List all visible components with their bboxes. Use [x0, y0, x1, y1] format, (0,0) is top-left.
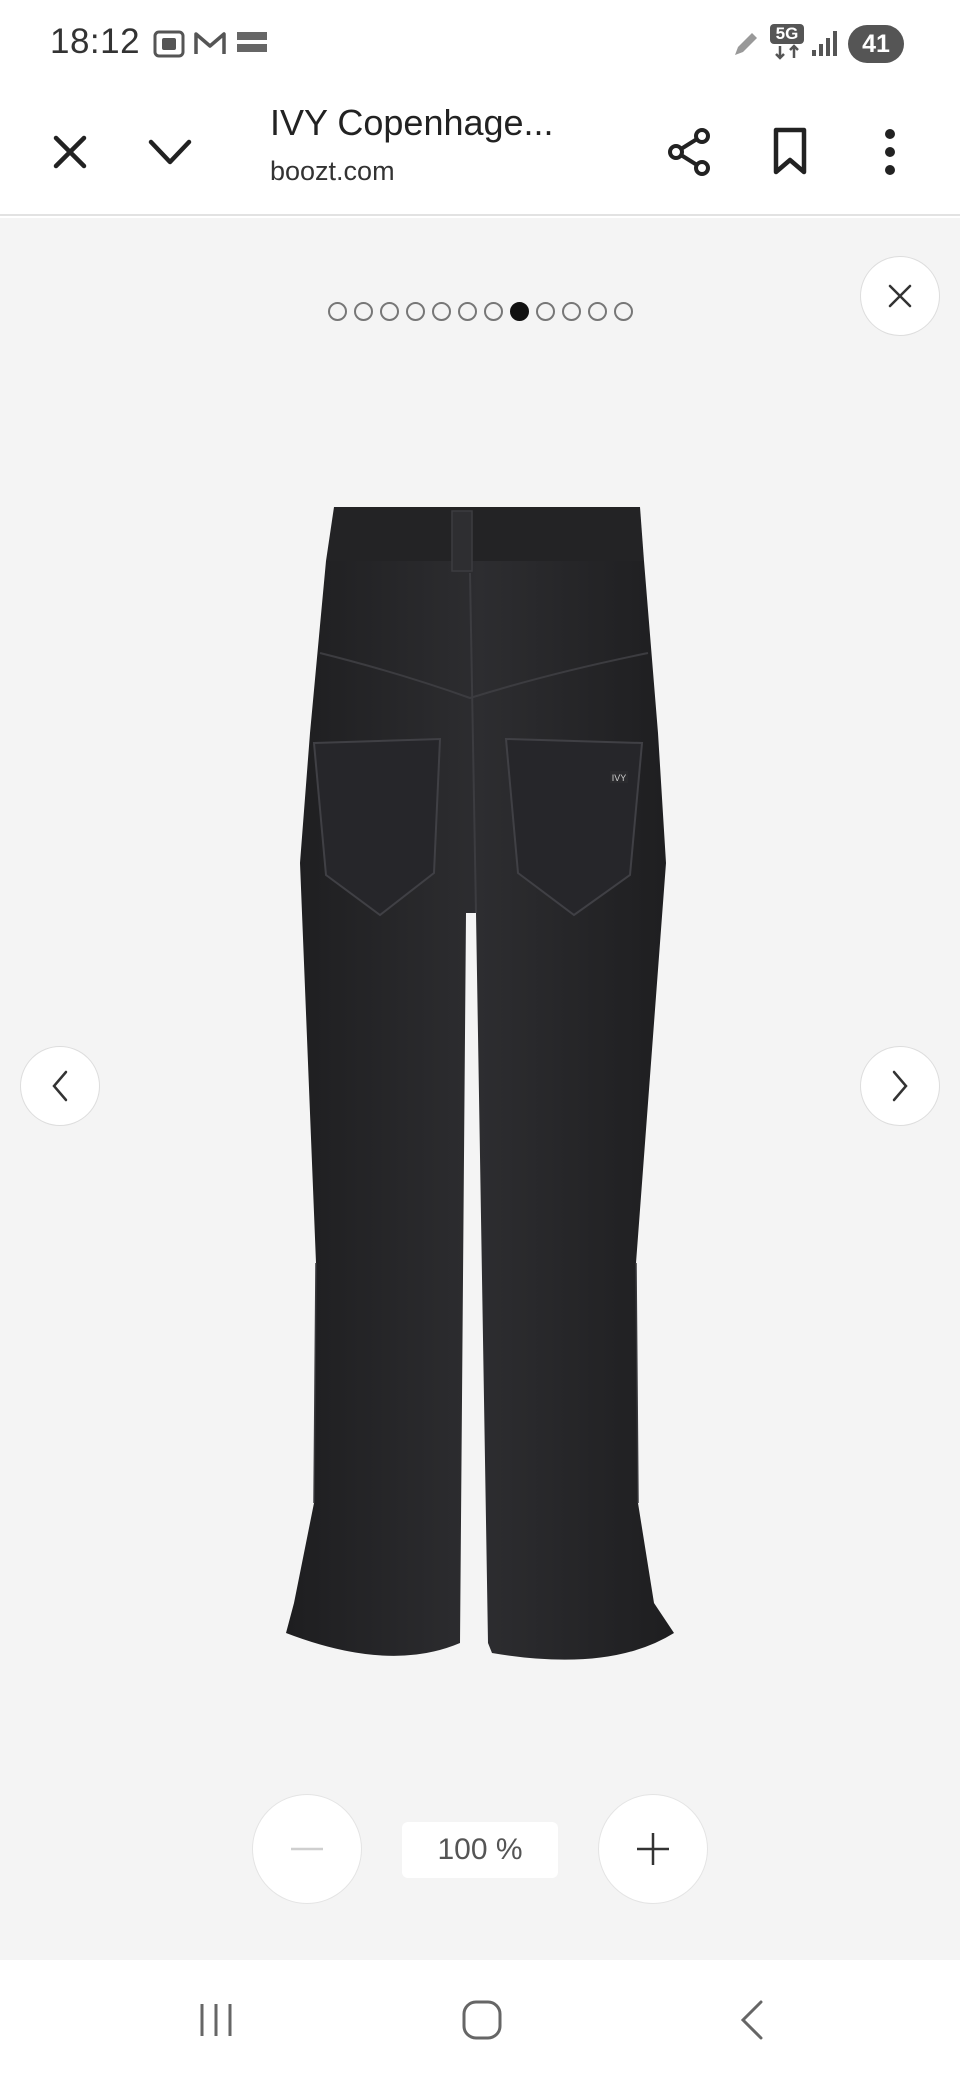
page-domain[interactable]: boozt.com — [270, 156, 395, 187]
close-icon — [888, 284, 912, 308]
pagination-dot[interactable] — [483, 302, 503, 321]
close-icon — [53, 135, 87, 169]
pen-icon — [735, 33, 757, 55]
back-button[interactable] — [702, 1980, 802, 2060]
network-label: 5G — [770, 24, 804, 44]
pagination-dot[interactable] — [327, 302, 347, 321]
image-viewer[interactable]: IVY 100 % — [0, 218, 960, 1960]
share-icon — [668, 128, 710, 176]
pagination-dot[interactable] — [587, 302, 607, 321]
pagination-dot[interactable] — [509, 302, 529, 321]
pagination-dot[interactable] — [457, 302, 477, 321]
status-bar: 18:12 5G 41 — [0, 0, 960, 88]
more-options-button[interactable] — [850, 112, 930, 192]
battery-icon: 41 — [848, 25, 904, 63]
minus-icon — [291, 1847, 323, 1851]
close-viewer-button[interactable] — [860, 256, 940, 336]
zoom-in-button[interactable] — [598, 1794, 708, 1904]
chevron-down-icon — [148, 139, 192, 165]
temu-icon — [237, 32, 267, 52]
zoom-level: 100 % — [402, 1822, 558, 1878]
status-time: 18:12 — [50, 22, 141, 61]
home-icon — [462, 2000, 502, 2040]
battery-level: 41 — [862, 29, 890, 58]
brand-label: IVY — [612, 773, 627, 783]
screenshot-icon — [153, 30, 185, 58]
next-image-button[interactable] — [860, 1046, 940, 1126]
pagination-dot[interactable] — [431, 302, 451, 321]
plus-icon — [637, 1833, 669, 1865]
pagination-dot[interactable] — [353, 302, 373, 321]
pagination-dot[interactable] — [561, 302, 581, 321]
more-vert-icon — [885, 129, 895, 175]
chevron-right-icon — [892, 1070, 908, 1102]
page-title[interactable]: IVY Copenhage... — [270, 102, 554, 144]
chevron-left-icon — [52, 1070, 68, 1102]
network-5g-icon: 5G — [770, 24, 804, 62]
gmail-icon — [194, 32, 226, 54]
recent-apps-button[interactable] — [166, 1980, 266, 2060]
pagination-dot[interactable] — [379, 302, 399, 321]
close-tab-button[interactable] — [30, 112, 110, 192]
browser-toolbar: IVY Copenhage... boozt.com — [0, 88, 960, 216]
minimize-button[interactable] — [130, 112, 210, 192]
bookmark-button[interactable] — [750, 112, 830, 192]
pagination-dot[interactable] — [405, 302, 425, 321]
share-button[interactable] — [650, 112, 730, 192]
prev-image-button[interactable] — [20, 1046, 100, 1126]
recent-apps-icon — [200, 2004, 232, 2036]
product-image[interactable]: IVY — [270, 503, 690, 1683]
pagination-dot[interactable] — [535, 302, 555, 321]
system-nav-bar — [0, 1960, 960, 2080]
back-icon — [740, 2000, 763, 2040]
signal-icon — [812, 31, 837, 56]
gallery-pagination — [0, 302, 960, 321]
home-button[interactable] — [432, 1980, 532, 2060]
zoom-out-button[interactable] — [252, 1794, 362, 1904]
pagination-dot[interactable] — [613, 302, 633, 321]
bookmark-icon — [773, 127, 807, 175]
